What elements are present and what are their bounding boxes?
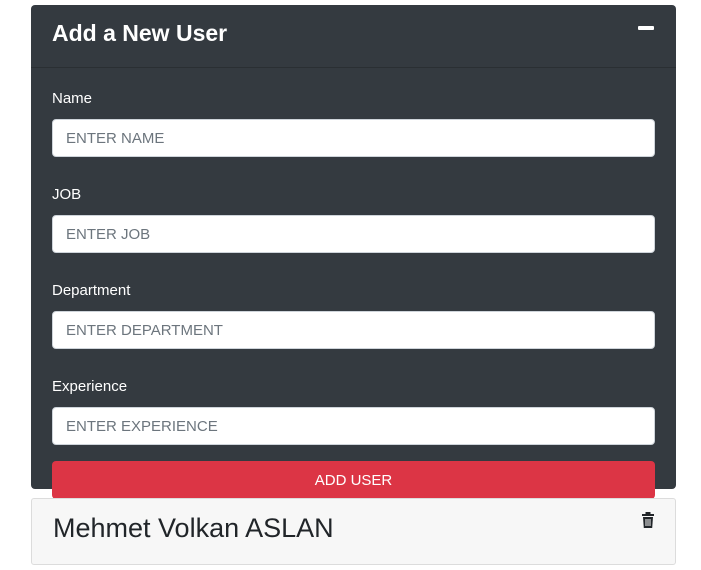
add-user-card: Add a New User Name JOB Department Exper… xyxy=(31,5,676,499)
collapse-button[interactable] xyxy=(637,19,655,37)
name-input[interactable] xyxy=(52,119,655,157)
add-user-form: Name JOB Department Experience ADD USER xyxy=(52,89,655,499)
card-title: Add a New User xyxy=(52,20,228,46)
job-label: JOB xyxy=(52,186,82,203)
user-name: Mehmet Volkan ASLAN xyxy=(53,513,334,543)
name-label: Name xyxy=(52,90,93,107)
experience-input[interactable] xyxy=(52,407,655,445)
add-user-button[interactable]: ADD USER xyxy=(52,461,655,499)
department-label: Department xyxy=(52,282,131,299)
page: Add a New User Name JOB Department Exper… xyxy=(0,0,701,570)
experience-label: Experience xyxy=(52,378,128,395)
minus-icon xyxy=(638,26,654,30)
department-input[interactable] xyxy=(52,311,655,349)
trash-icon[interactable] xyxy=(641,512,655,528)
card-header: Add a New User xyxy=(31,5,676,68)
user-card: Mehmet Volkan ASLAN xyxy=(31,498,676,565)
job-input[interactable] xyxy=(52,215,655,253)
